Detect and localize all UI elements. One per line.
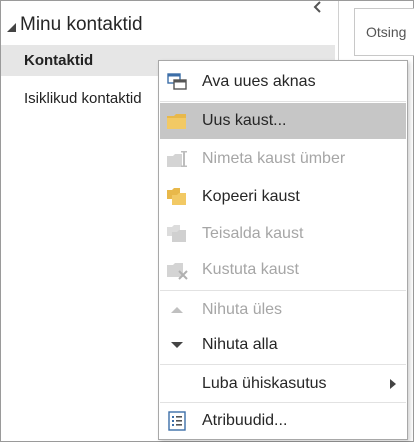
menu-separator [160, 364, 406, 365]
menu-item-label: Nihuta üles [202, 301, 283, 318]
group-header-my-contacts[interactable]: Minu kontaktid [7, 12, 143, 38]
menu-item-sharing[interactable]: Luba ühiskasutus [160, 366, 406, 402]
menu-item-label: Nihuta alla [202, 336, 278, 353]
group-label: Minu kontaktid [20, 14, 143, 35]
arrow-up-icon [166, 300, 188, 320]
new-window-icon [166, 72, 188, 92]
menu-item-open-new-window[interactable]: Ava uues aknas [160, 64, 406, 100]
menu-item-label: Atribuudid... [202, 412, 288, 429]
expand-triangle-icon[interactable] [7, 22, 16, 32]
menu-separator [160, 101, 406, 102]
properties-icon [166, 411, 188, 431]
search-box[interactable]: Otsing [354, 8, 414, 56]
arrow-down-icon [166, 335, 188, 355]
menu-item-delete-folder[interactable]: Kustuta kaust [160, 252, 406, 288]
collapse-pane-icon[interactable] [313, 1, 327, 15]
menu-item-rename-folder[interactable]: Nimeta kaust ümber [160, 141, 406, 177]
delete-folder-icon [166, 260, 188, 280]
menu-item-label: Uus kaust... [202, 112, 287, 129]
move-folder-icon [166, 224, 188, 244]
copy-folder-icon [166, 187, 188, 207]
new-folder-icon [166, 111, 188, 131]
menu-item-move-up[interactable]: Nihuta üles [160, 292, 406, 328]
search-label: Otsing [366, 24, 407, 40]
folder-label: Isiklikud kontaktid [24, 90, 142, 107]
menu-item-label: Teisalda kaust [202, 225, 304, 242]
menu-item-move-down[interactable]: Nihuta alla [160, 327, 406, 363]
menu-item-label: Kustuta kaust [202, 261, 299, 278]
menu-item-label: Nimeta kaust ümber [202, 150, 346, 167]
menu-item-move-folder[interactable]: Teisalda kaust [160, 216, 406, 252]
submenu-arrow-icon [390, 379, 396, 389]
menu-item-label: Kopeeri kaust [202, 188, 300, 205]
menu-item-new-folder[interactable]: Uus kaust... [160, 103, 406, 139]
menu-item-properties[interactable]: Atribuudid... [160, 403, 406, 439]
menu-item-copy-folder[interactable]: Kopeeri kaust [160, 179, 406, 215]
context-menu: Ava uues aknas Uus kaust... Nimeta kaust… [158, 60, 408, 440]
menu-item-label: Ava uues aknas [202, 73, 316, 90]
rename-folder-icon [166, 149, 188, 169]
menu-separator [160, 290, 406, 291]
menu-item-label: Luba ühiskasutus [202, 375, 327, 392]
folder-label: Kontaktid [24, 52, 94, 69]
